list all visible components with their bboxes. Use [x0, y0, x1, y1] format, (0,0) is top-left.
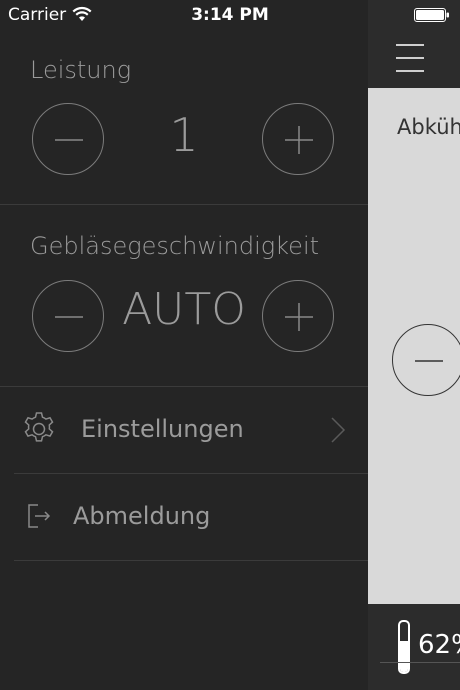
gear-icon [24, 412, 54, 442]
temperature-decrease-button[interactable] [392, 324, 460, 396]
logout-label: Abmeldung [73, 502, 211, 530]
battery-icon [414, 8, 449, 22]
minus-icon [55, 316, 83, 318]
level-fill [400, 641, 408, 672]
level-text: 62% [418, 630, 460, 660]
fan-speed-value: AUTO [122, 284, 246, 335]
status-bar: Carrier 3:14 PM [0, 0, 460, 30]
clock: 3:14 PM [191, 5, 269, 25]
plus-icon [285, 126, 313, 154]
menu-item-logout[interactable]: Abmeldung [0, 475, 368, 555]
fan-speed-decrease-button[interactable] [32, 280, 104, 352]
minus-icon [415, 360, 443, 362]
mode-title: Abkühl [397, 115, 460, 139]
logout-icon [28, 504, 51, 528]
chevron-right-icon [331, 417, 346, 443]
power-label: Leistung [30, 56, 132, 84]
level-indicator [398, 620, 410, 674]
fan-speed-increase-button[interactable] [262, 280, 334, 352]
main-panel-body: Abkühl [368, 88, 460, 604]
divider [0, 386, 368, 387]
menu-item-settings[interactable]: Einstellungen [0, 388, 368, 468]
divider [380, 662, 460, 663]
plus-icon [285, 303, 313, 331]
menu-icon[interactable] [396, 44, 424, 74]
side-drawer: Leistung 1 Gebläsegeschwindigkeit AUTO E… [0, 0, 368, 690]
settings-label: Einstellungen [81, 415, 244, 443]
minus-icon [55, 139, 83, 141]
main-panel-footer: 62% [368, 604, 460, 690]
divider [14, 473, 368, 474]
power-value: 1 [169, 108, 199, 162]
power-decrease-button[interactable] [32, 103, 104, 175]
power-increase-button[interactable] [262, 103, 334, 175]
divider [14, 560, 368, 561]
fan-speed-label: Gebläsegeschwindigkeit [30, 232, 320, 260]
divider [0, 204, 368, 205]
